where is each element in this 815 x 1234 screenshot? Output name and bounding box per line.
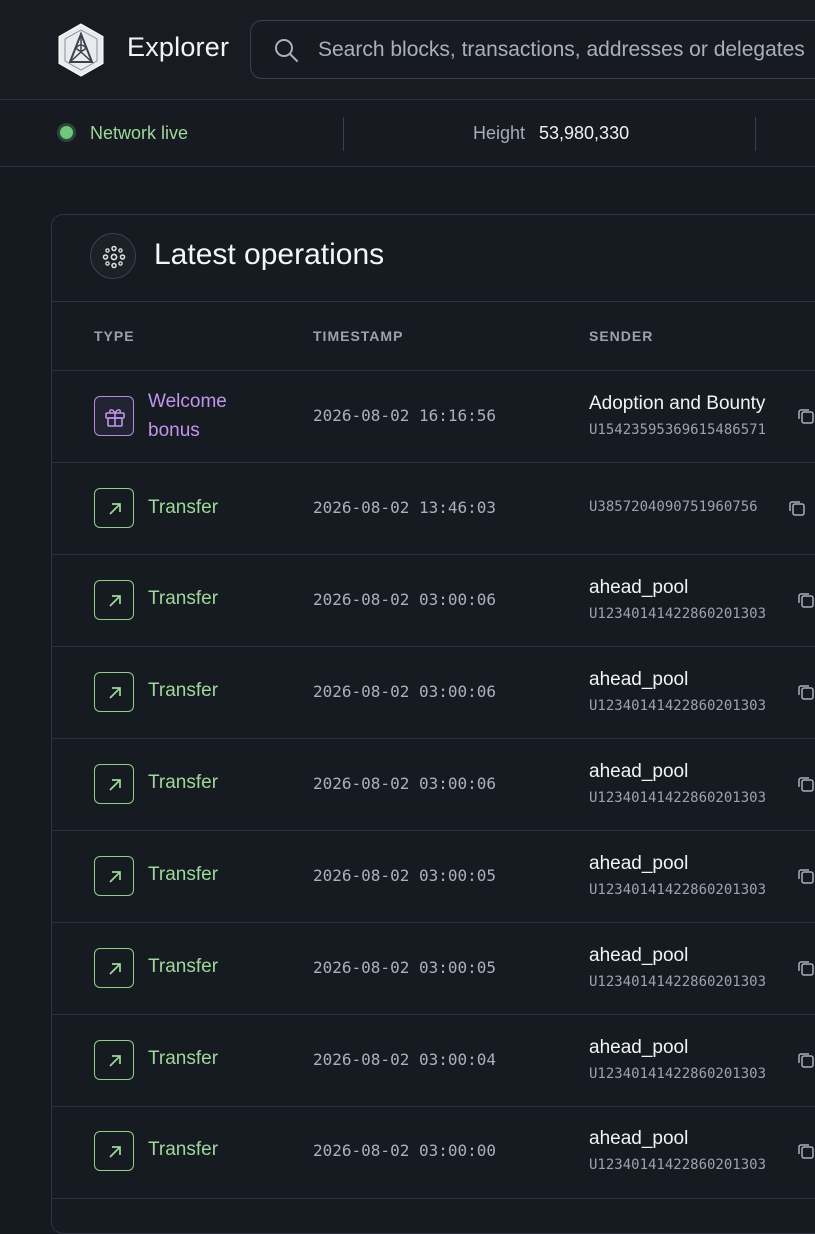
operation-type[interactable]: Transfer <box>148 493 218 522</box>
column-header-timestamp: TIMESTAMP <box>313 328 404 344</box>
table-row[interactable]: Welcome bonus 2026-08-02 16:16:56 Adopti… <box>52 371 815 463</box>
table-row[interactable]: Transfer 2026-08-02 03:00:05 ahead_pool … <box>52 923 815 1015</box>
sender-address[interactable]: U3857204090751960756 <box>589 499 758 515</box>
height-label: Height <box>473 123 526 143</box>
sender-name[interactable]: ahead_pool <box>589 761 688 783</box>
sender-name[interactable]: ahead_pool <box>589 577 688 599</box>
sender-address[interactable]: U12340141422860201303 <box>589 606 766 622</box>
copy-icon[interactable] <box>797 775 815 793</box>
sender-address[interactable]: U15423595369615486571 <box>589 422 766 438</box>
operation-type[interactable]: Transfer <box>148 952 218 981</box>
operation-timestamp: 2026-08-02 03:00:05 <box>313 866 497 885</box>
operation-timestamp: 2026-08-02 03:00:00 <box>313 1141 497 1160</box>
arrow-up-right-icon <box>94 580 134 620</box>
copy-icon[interactable] <box>797 1142 815 1160</box>
arrow-up-right-icon <box>94 1040 134 1080</box>
arrow-up-right-icon <box>94 948 134 988</box>
sender-address[interactable]: U12340141422860201303 <box>589 974 766 990</box>
height-value[interactable]: 53,980,330 <box>539 123 629 144</box>
sender-address[interactable]: U12340141422860201303 <box>589 1066 766 1082</box>
search-bar[interactable]: Search blocks, transactions, addresses o… <box>250 20 815 79</box>
copy-icon[interactable] <box>797 1051 815 1069</box>
operation-type[interactable]: Transfer <box>148 860 218 889</box>
table-row[interactable]: Transfer 2026-08-02 03:00:00 ahead_pool … <box>52 1107 815 1199</box>
table-row[interactable]: Transfer 2026-08-02 03:00:04 ahead_pool … <box>52 1015 815 1107</box>
sender-name[interactable]: ahead_pool <box>589 853 688 875</box>
search-input[interactable]: Search blocks, transactions, addresses o… <box>318 38 805 62</box>
gift-icon <box>94 396 134 436</box>
table-row[interactable]: Transfer 2026-08-02 03:00:06 ahead_pool … <box>52 647 815 739</box>
operation-type[interactable]: Welcome bonus <box>148 387 248 445</box>
copy-icon[interactable] <box>797 591 815 609</box>
sender-name[interactable]: Adoption and Bounty <box>589 393 765 415</box>
operation-type[interactable]: Transfer <box>148 584 218 613</box>
app-title: Explorer <box>127 32 230 62</box>
arrow-up-right-icon <box>94 672 134 712</box>
network-status: Network live <box>90 123 189 143</box>
sender-address[interactable]: U12340141422860201303 <box>589 882 766 898</box>
copy-icon[interactable] <box>788 499 806 517</box>
search-icon <box>275 39 298 62</box>
operations-icon <box>90 233 136 279</box>
status-divider <box>755 117 756 151</box>
operation-timestamp: 2026-08-02 13:46:03 <box>313 498 497 517</box>
arrow-up-right-icon <box>94 856 134 896</box>
operation-type[interactable]: Transfer <box>148 768 218 797</box>
operation-timestamp: 2026-08-02 03:00:06 <box>313 682 497 701</box>
table-row[interactable]: Transfer 2026-08-02 13:46:03 U3857204090… <box>52 463 815 555</box>
sender-address[interactable]: U12340141422860201303 <box>589 790 766 806</box>
live-indicator-icon <box>60 126 73 139</box>
status-divider <box>343 117 344 151</box>
copy-icon[interactable] <box>797 867 815 885</box>
operation-type[interactable]: Transfer <box>148 1044 218 1073</box>
table-row[interactable]: Transfer 2026-08-02 03:00:06 ahead_pool … <box>52 555 815 647</box>
sender-name[interactable]: ahead_pool <box>589 945 688 967</box>
operation-timestamp: 2026-08-02 03:00:04 <box>313 1050 497 1069</box>
copy-icon[interactable] <box>797 959 815 977</box>
sender-address[interactable]: U12340141422860201303 <box>589 698 766 714</box>
sender-name[interactable]: ahead_pool <box>589 669 688 691</box>
table-row[interactable]: Transfer 2026-08-02 03:00:06 ahead_pool … <box>52 739 815 831</box>
sender-name[interactable]: ahead_pool <box>589 1128 688 1150</box>
copy-icon[interactable] <box>797 407 815 425</box>
operation-timestamp: 2026-08-02 16:16:56 <box>313 406 497 425</box>
arrow-up-right-icon <box>94 488 134 528</box>
sender-address[interactable]: U12340141422860201303 <box>589 1157 766 1173</box>
arrow-up-right-icon <box>94 764 134 804</box>
top-header: Explorer Search blocks, transactions, ad… <box>0 0 815 100</box>
copy-icon[interactable] <box>797 683 815 701</box>
explorer-logo[interactable] <box>56 22 106 78</box>
operation-type[interactable]: Transfer <box>148 1135 218 1164</box>
operation-type[interactable]: Transfer <box>148 676 218 705</box>
table-row[interactable]: Transfer 2026-08-02 03:00:05 ahead_pool … <box>52 831 815 923</box>
operation-timestamp: 2026-08-02 03:00:06 <box>313 774 497 793</box>
arrow-up-right-icon <box>94 1131 134 1171</box>
column-header-type: TYPE <box>94 328 135 344</box>
operation-timestamp: 2026-08-02 03:00:05 <box>313 958 497 977</box>
column-header-sender: SENDER <box>589 328 654 344</box>
operation-timestamp: 2026-08-02 03:00:06 <box>313 590 497 609</box>
sender-name[interactable]: ahead_pool <box>589 1037 688 1059</box>
card-title: Latest operations <box>154 238 385 271</box>
